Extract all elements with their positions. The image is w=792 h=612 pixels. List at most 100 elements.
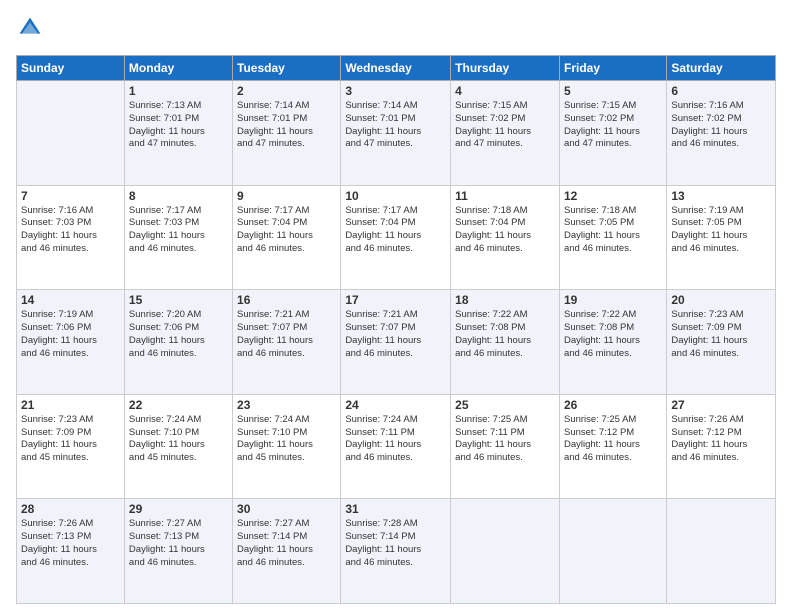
calendar-cell: 25Sunrise: 7:25 AM Sunset: 7:11 PM Dayli… [451, 394, 560, 499]
day-number: 18 [455, 293, 555, 307]
calendar-cell: 2 Sunrise: 7:14 AM Sunset: 7:01 PM Daylig… [233, 81, 341, 186]
day-info: Sunrise: 7:14 AM Sunset: 7:01 PM Dayligh… [237, 100, 336, 151]
day-number: 21 [21, 398, 120, 412]
day-number: 3 [345, 84, 446, 98]
calendar-week-row: 14 Sunrise: 7:19 AM Sunset: 7:06 PM Dayli… [17, 290, 776, 395]
calendar-cell: 6 Sunrise: 7:16 AM Sunset: 7:02 PM Daylig… [667, 81, 776, 186]
day-number: 29 [129, 502, 228, 516]
calendar-cell [667, 499, 776, 604]
day-info: Sunrise: 7:18 AM Sunset: 7:04 PM Dayligh… [455, 205, 555, 256]
calendar-week-row: 28 Sunrise: 7:26 AM Sunset: 7:13 PM Dayli… [17, 499, 776, 604]
calendar-cell [17, 81, 125, 186]
calendar-cell: 5 Sunrise: 7:15 AM Sunset: 7:02 PM Daylig… [559, 81, 666, 186]
day-number: 14 [21, 293, 120, 307]
day-info: Sunrise: 7:16 AM Sunset: 7:03 PM Dayligh… [21, 205, 120, 256]
day-number: 19 [564, 293, 662, 307]
calendar-cell: 14 Sunrise: 7:19 AM Sunset: 7:06 PM Dayli… [17, 290, 125, 395]
day-number: 28 [21, 502, 120, 516]
day-number: 13 [671, 189, 771, 203]
day-info: Sunrise: 7:19 AM Sunset: 7:05 PM Dayligh… [671, 205, 771, 256]
day-number: 12 [564, 189, 662, 203]
day-number: 2 [237, 84, 336, 98]
calendar-week-row: 7 Sunrise: 7:16 AM Sunset: 7:03 PM Daylig… [17, 185, 776, 290]
calendar-cell: 12 Sunrise: 7:18 AM Sunset: 7:05 PM Dayli… [559, 185, 666, 290]
calendar-cell: 29 Sunrise: 7:27 AM Sunset: 7:13 PM Dayli… [124, 499, 232, 604]
calendar-cell: 10Sunrise: 7:17 AM Sunset: 7:04 PM Dayli… [341, 185, 451, 290]
calendar-cell: 1 Sunrise: 7:13 AM Sunset: 7:01 PM Daylig… [124, 81, 232, 186]
day-number: 15 [129, 293, 228, 307]
calendar-cell: 16 Sunrise: 7:21 AM Sunset: 7:07 PM Dayli… [233, 290, 341, 395]
day-info: Sunrise: 7:14 AM Sunset: 7:01 PM Dayligh… [345, 100, 446, 151]
day-number: 6 [671, 84, 771, 98]
day-info: Sunrise: 7:21 AM Sunset: 7:07 PM Dayligh… [237, 309, 336, 360]
day-number: 5 [564, 84, 662, 98]
day-info: Sunrise: 7:27 AM Sunset: 7:14 PM Dayligh… [237, 518, 336, 569]
day-info: Sunrise: 7:24 AM Sunset: 7:11 PM Dayligh… [345, 414, 446, 465]
page-container: SundayMondayTuesdayWednesdayThursdayFrid… [0, 0, 792, 612]
calendar-cell: 30 Sunrise: 7:27 AM Sunset: 7:14 PM Dayli… [233, 499, 341, 604]
calendar-week-row: 21 Sunrise: 7:23 AM Sunset: 7:09 PM Dayli… [17, 394, 776, 499]
calendar-cell [451, 499, 560, 604]
day-info: Sunrise: 7:24 AM Sunset: 7:10 PM Dayligh… [237, 414, 336, 465]
day-number: 7 [21, 189, 120, 203]
day-info: Sunrise: 7:16 AM Sunset: 7:02 PM Dayligh… [671, 100, 771, 151]
calendar-cell: 13 Sunrise: 7:19 AM Sunset: 7:05 PM Dayli… [667, 185, 776, 290]
header [16, 16, 776, 45]
day-number: 8 [129, 189, 228, 203]
day-info: Sunrise: 7:18 AM Sunset: 7:05 PM Dayligh… [564, 205, 662, 256]
day-info: Sunrise: 7:17 AM Sunset: 7:04 PM Dayligh… [237, 205, 336, 256]
calendar-cell: 17 Sunrise: 7:21 AM Sunset: 7:07 PM Dayli… [341, 290, 451, 395]
day-info: Sunrise: 7:21 AM Sunset: 7:07 PM Dayligh… [345, 309, 446, 360]
calendar-week-row: 1 Sunrise: 7:13 AM Sunset: 7:01 PM Daylig… [17, 81, 776, 186]
calendar-cell: 19 Sunrise: 7:22 AM Sunset: 7:08 PM Dayli… [559, 290, 666, 395]
day-info: Sunrise: 7:23 AM Sunset: 7:09 PM Dayligh… [671, 309, 771, 360]
day-number: 20 [671, 293, 771, 307]
day-number: 4 [455, 84, 555, 98]
day-number: 31 [345, 502, 446, 516]
day-number: 10 [345, 189, 446, 203]
day-of-week-header: Wednesday [341, 56, 451, 81]
calendar-cell: 26 Sunrise: 7:25 AM Sunset: 7:12 PM Dayli… [559, 394, 666, 499]
calendar-cell: 27Sunrise: 7:26 AM Sunset: 7:12 PM Dayli… [667, 394, 776, 499]
calendar-table: SundayMondayTuesdayWednesdayThursdayFrid… [16, 55, 776, 604]
day-number: 11 [455, 189, 555, 203]
calendar-cell: 31Sunrise: 7:28 AM Sunset: 7:14 PM Dayli… [341, 499, 451, 604]
calendar-cell: 23 Sunrise: 7:24 AM Sunset: 7:10 PM Dayli… [233, 394, 341, 499]
day-of-week-header: Tuesday [233, 56, 341, 81]
calendar-cell: 21 Sunrise: 7:23 AM Sunset: 7:09 PM Dayli… [17, 394, 125, 499]
calendar-header-row: SundayMondayTuesdayWednesdayThursdayFrid… [17, 56, 776, 81]
day-number: 25 [455, 398, 555, 412]
day-of-week-header: Saturday [667, 56, 776, 81]
day-number: 30 [237, 502, 336, 516]
logo-icon [18, 16, 42, 40]
day-of-week-header: Monday [124, 56, 232, 81]
day-number: 24 [345, 398, 446, 412]
day-info: Sunrise: 7:20 AM Sunset: 7:06 PM Dayligh… [129, 309, 228, 360]
day-number: 16 [237, 293, 336, 307]
day-of-week-header: Sunday [17, 56, 125, 81]
day-number: 17 [345, 293, 446, 307]
day-info: Sunrise: 7:15 AM Sunset: 7:02 PM Dayligh… [564, 100, 662, 151]
calendar-cell: 24 Sunrise: 7:24 AM Sunset: 7:11 PM Dayli… [341, 394, 451, 499]
day-info: Sunrise: 7:24 AM Sunset: 7:10 PM Dayligh… [129, 414, 228, 465]
day-number: 23 [237, 398, 336, 412]
calendar-cell: 28 Sunrise: 7:26 AM Sunset: 7:13 PM Dayli… [17, 499, 125, 604]
day-info: Sunrise: 7:25 AM Sunset: 7:12 PM Dayligh… [564, 414, 662, 465]
day-info: Sunrise: 7:22 AM Sunset: 7:08 PM Dayligh… [564, 309, 662, 360]
day-info: Sunrise: 7:23 AM Sunset: 7:09 PM Dayligh… [21, 414, 120, 465]
calendar-cell: 15 Sunrise: 7:20 AM Sunset: 7:06 PM Dayli… [124, 290, 232, 395]
day-number: 1 [129, 84, 228, 98]
day-info: Sunrise: 7:13 AM Sunset: 7:01 PM Dayligh… [129, 100, 228, 151]
day-info: Sunrise: 7:27 AM Sunset: 7:13 PM Dayligh… [129, 518, 228, 569]
calendar-cell: 4Sunrise: 7:15 AM Sunset: 7:02 PM Daylig… [451, 81, 560, 186]
calendar-cell: 22Sunrise: 7:24 AM Sunset: 7:10 PM Dayli… [124, 394, 232, 499]
calendar-cell: 8Sunrise: 7:17 AM Sunset: 7:03 PM Daylig… [124, 185, 232, 290]
day-number: 26 [564, 398, 662, 412]
day-info: Sunrise: 7:19 AM Sunset: 7:06 PM Dayligh… [21, 309, 120, 360]
day-number: 9 [237, 189, 336, 203]
day-info: Sunrise: 7:26 AM Sunset: 7:12 PM Dayligh… [671, 414, 771, 465]
day-info: Sunrise: 7:22 AM Sunset: 7:08 PM Dayligh… [455, 309, 555, 360]
calendar-cell [559, 499, 666, 604]
day-info: Sunrise: 7:26 AM Sunset: 7:13 PM Dayligh… [21, 518, 120, 569]
calendar-cell: 3 Sunrise: 7:14 AM Sunset: 7:01 PM Daylig… [341, 81, 451, 186]
